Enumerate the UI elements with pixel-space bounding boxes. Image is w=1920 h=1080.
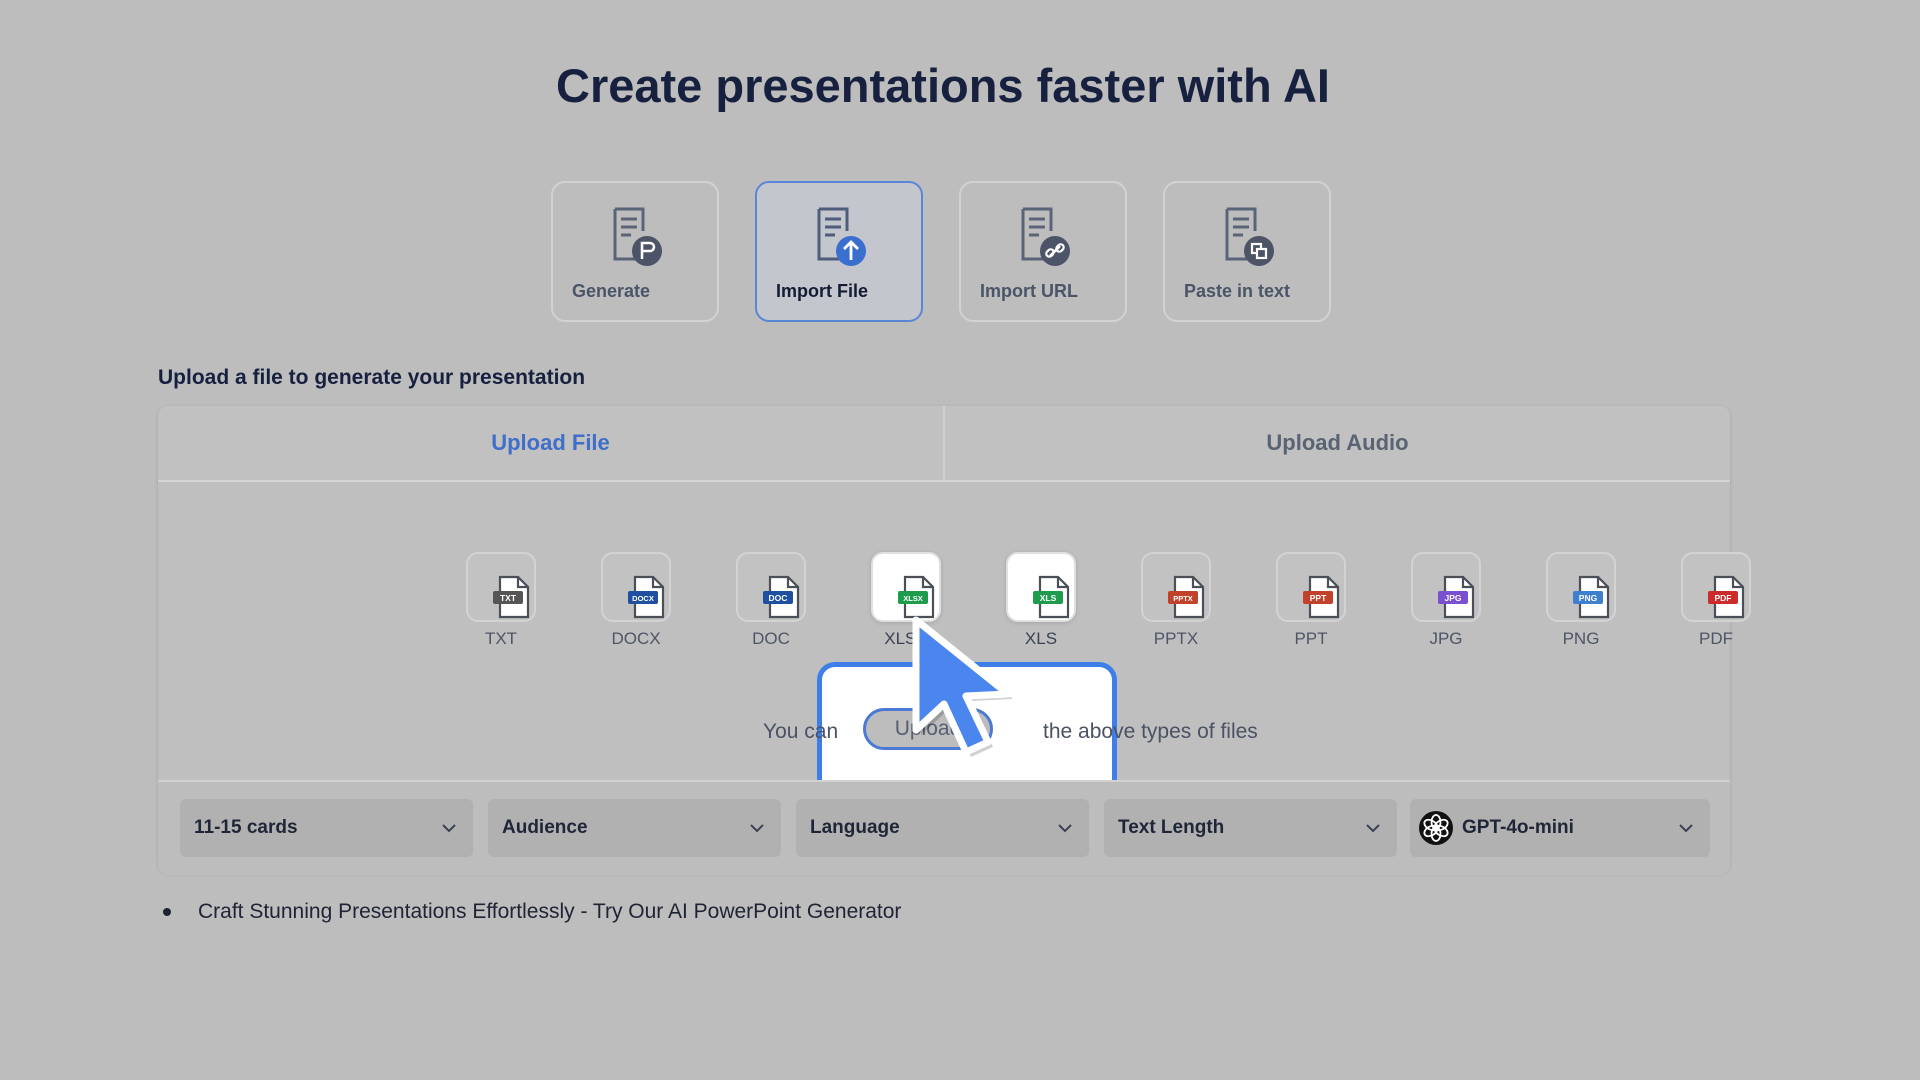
section-label: Upload a file to generate your presentat… (158, 366, 586, 389)
chevron-down-icon (750, 824, 764, 833)
cards-select[interactable]: 11-15 cards (180, 799, 473, 857)
tab-upload-file[interactable]: Upload File (158, 406, 943, 480)
file-type-label: PDF (1699, 629, 1733, 648)
chevron-down-icon (1058, 824, 1072, 833)
tab-upload-audio[interactable]: Upload Audio (943, 406, 1730, 480)
bullet-text: Craft Stunning Presentations Effortlessl… (198, 900, 902, 923)
audience-select[interactable]: Audience (488, 799, 781, 857)
language-select[interactable]: Language (796, 799, 1089, 857)
mode-label: Import File (776, 281, 869, 301)
docx-file-icon: DOCX (628, 575, 665, 619)
document-presentation-icon (607, 205, 663, 272)
file-badge-text: XLSX (903, 594, 923, 603)
file-badge-text: PPT (1310, 593, 1327, 603)
chevron-down-icon (442, 824, 456, 833)
pptx-file-icon: PPTX (1168, 575, 1205, 619)
xls-file-icon: XLS (1033, 575, 1070, 619)
options-bar: 11-15 cards Audience Language Text Lengt… (158, 780, 1730, 875)
mode-generate[interactable]: Generate (551, 181, 719, 322)
model-select-value: GPT-4o-mini (1462, 817, 1574, 838)
mouse-pointer-icon (912, 616, 1013, 757)
document-link-icon (1015, 205, 1071, 272)
doc-file-icon: DOC (763, 575, 800, 619)
upload-note-suffix: the above types of files (1043, 720, 1258, 743)
file-type-tile: DOCX (601, 552, 671, 622)
file-type-label: PPT (1294, 629, 1328, 648)
openai-logo-icon (1419, 811, 1453, 845)
mode-paste-text[interactable]: Paste in text (1163, 181, 1331, 322)
chevron-down-icon (1679, 824, 1693, 833)
model-select[interactable]: GPT-4o-mini (1410, 799, 1710, 857)
upload-note-prefix: You can (763, 720, 839, 743)
page-title: Create presentations faster with AI (556, 59, 1330, 112)
file-badge-text: JPG (1444, 593, 1461, 603)
file-badge-text: DOCX (632, 594, 654, 603)
file-type-label: DOCX (611, 629, 661, 648)
text-length-select-value: Text Length (1118, 817, 1225, 838)
mode-selector: Generate Import File Import URL Paste in… (551, 181, 1331, 322)
png-file-icon: PNG (1573, 575, 1610, 619)
mode-label: Paste in text (1184, 281, 1291, 301)
mode-import-url[interactable]: Import URL (959, 181, 1127, 322)
file-type-tile: JPG (1411, 552, 1481, 622)
mode-label: Import URL (980, 281, 1078, 301)
bullet-dot (163, 908, 171, 916)
file-type-label: PPTX (1153, 629, 1199, 648)
jpg-file-icon: JPG (1438, 575, 1475, 619)
document-upload-icon (811, 205, 867, 272)
cards-select-value: 11-15 cards (194, 817, 298, 838)
file-badge-text: DOC (769, 593, 788, 603)
file-type-label: DOC (752, 629, 790, 648)
mode-import-file[interactable]: Import File (755, 181, 923, 322)
ppt-file-icon: PPT (1303, 575, 1340, 619)
file-type-tile: DOC (736, 552, 806, 622)
file-badge-text: XLS (1040, 593, 1057, 603)
file-type-tile: PNG (1546, 552, 1616, 622)
file-type-label: PNG (1562, 629, 1600, 648)
file-badge-text: PDF (1715, 593, 1732, 603)
language-select-value: Language (810, 817, 900, 838)
file-badge-text: TXT (500, 593, 517, 603)
upload-tabs: Upload File Upload Audio (158, 406, 1730, 482)
file-type-tile: PPTX (1141, 552, 1211, 622)
file-badge-text: PNG (1579, 593, 1598, 603)
audience-select-value: Audience (502, 817, 588, 838)
file-badge-text: PPTX (1173, 594, 1193, 603)
list-item: Craft Stunning Presentations Effortlessl… (163, 900, 901, 924)
file-type-tile: PPT (1276, 552, 1346, 622)
file-type-label: TXT (484, 629, 518, 648)
file-type-tile: PDF (1681, 552, 1751, 622)
txt-file-icon: TXT (493, 575, 530, 619)
document-paste-icon (1219, 205, 1275, 272)
pdf-file-icon: PDF (1708, 575, 1745, 619)
file-type-tile: TXT (466, 552, 536, 622)
file-type-label: JPG (1429, 629, 1463, 648)
mode-label: Generate (572, 281, 651, 301)
text-length-select[interactable]: Text Length (1104, 799, 1397, 857)
chevron-down-icon (1366, 824, 1380, 833)
